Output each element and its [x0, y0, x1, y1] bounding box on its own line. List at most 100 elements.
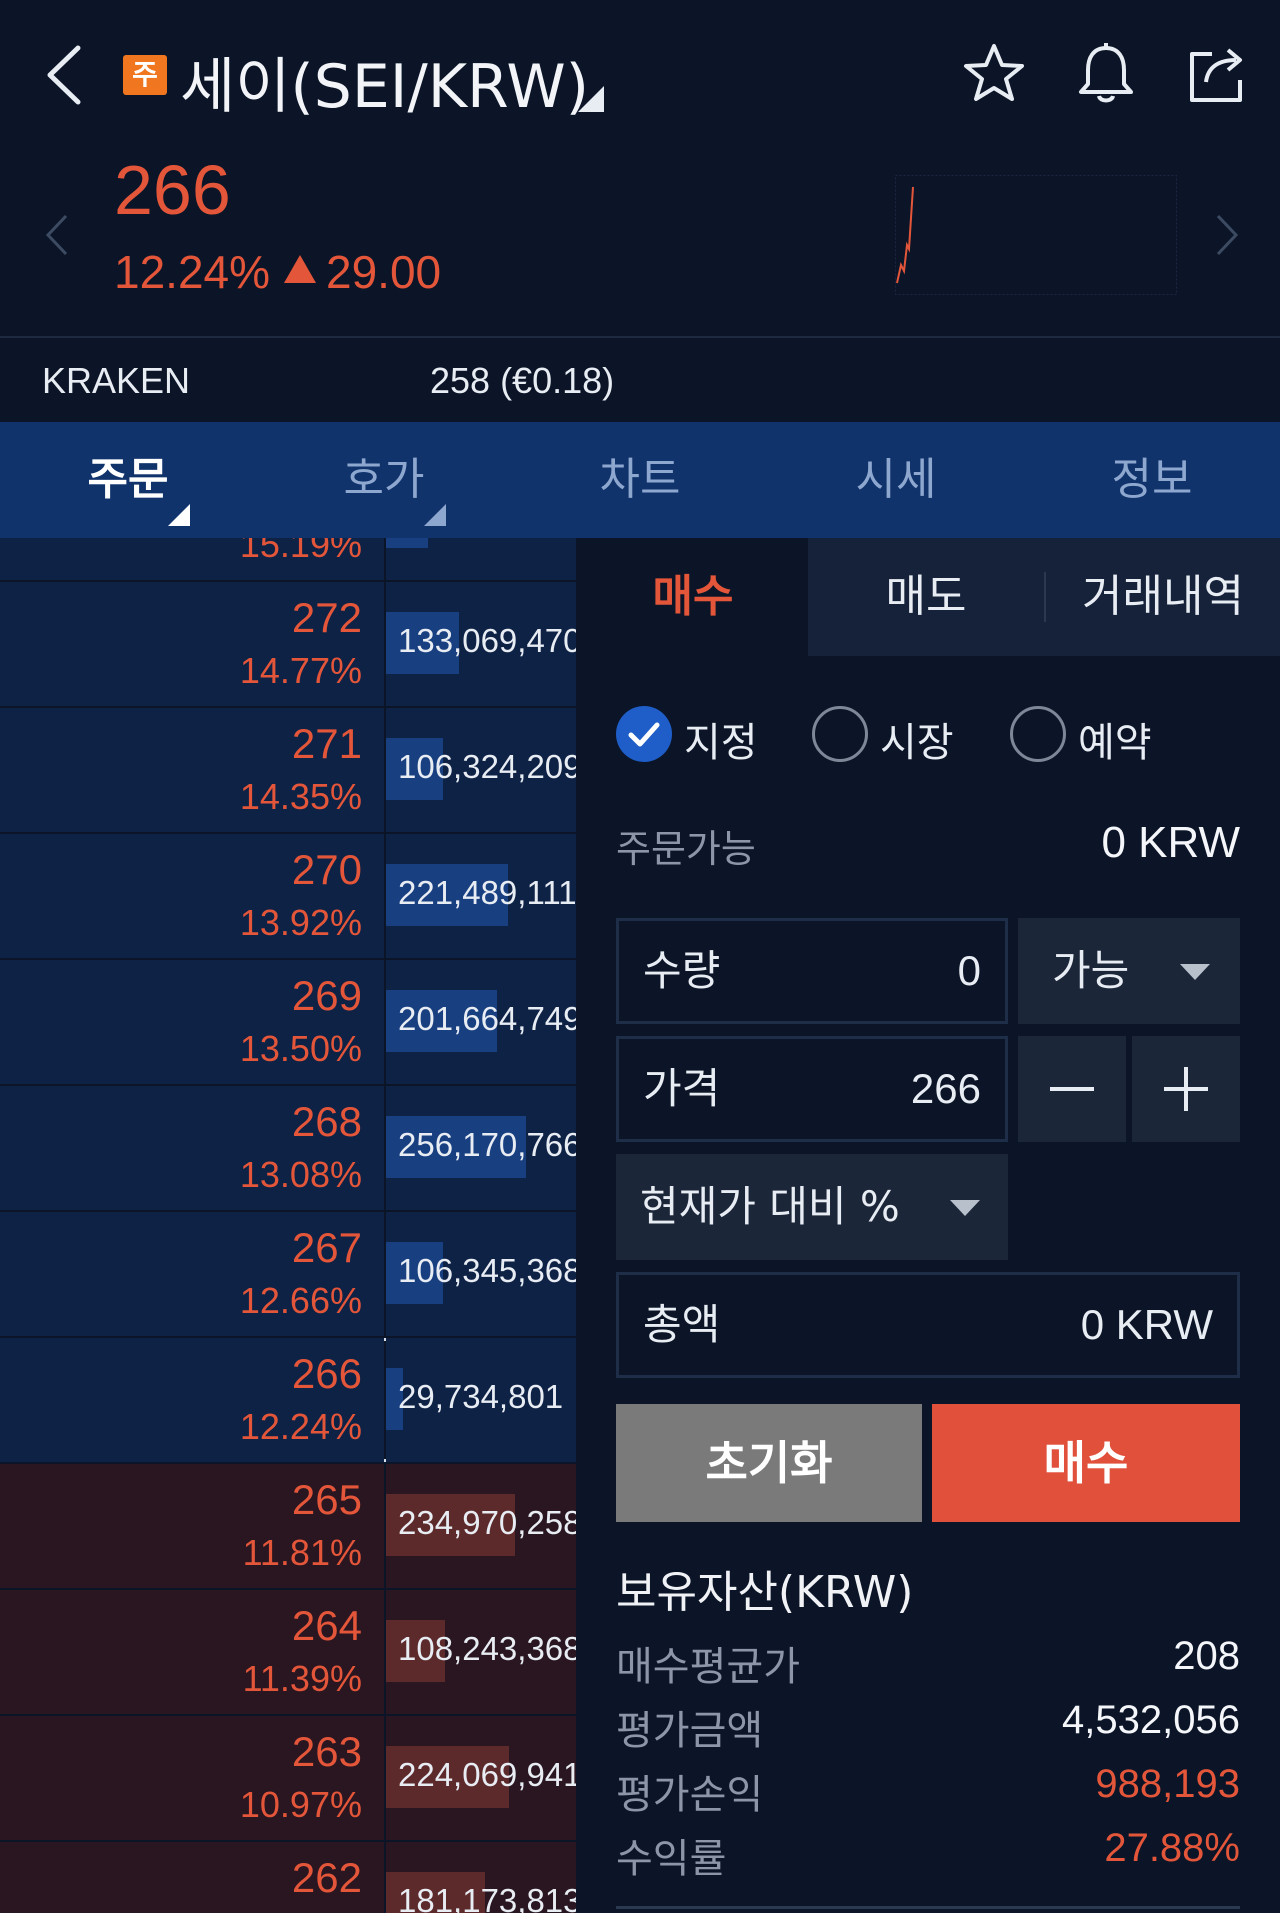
coin-title[interactable]: 세이(SEI/KRW) — [180, 38, 589, 125]
available-label: 주문가능 — [616, 827, 756, 871]
tab-orderbook[interactable]: 호가 — [256, 422, 512, 538]
orderbook-price: 270 — [291, 846, 362, 893]
orderbook-price-cell[interactable]: 270 13.92% — [0, 834, 384, 958]
divider — [616, 1906, 1240, 1909]
tab-market-price[interactable]: 시세 — [768, 422, 1024, 538]
orderbook-row[interactable]: 262 181,173,813 — [0, 1842, 576, 1913]
orderbook-quantity: 106,345,368 — [398, 1252, 576, 1289]
orderbook-price: 268 — [291, 1098, 362, 1145]
orderbook-price: 264 — [291, 1602, 362, 1649]
market-order-radio[interactable] — [812, 706, 868, 762]
exchange-price: 258 (€0.18) — [430, 360, 615, 401]
orderbook-quantity-cell[interactable]: 106,324,209 — [386, 708, 576, 832]
previous-coin-arrow-icon[interactable] — [40, 210, 74, 260]
orderbook-price: 271 — [291, 720, 362, 767]
reset-button[interactable]: 초기화 — [616, 1404, 922, 1522]
orderbook-change-percent: 10.97% — [239, 1784, 362, 1825]
price-field[interactable]: 가격 266 — [616, 1036, 1008, 1142]
orderbook-quantity: 256,170,766 — [398, 1126, 576, 1163]
total-field[interactable]: 총액 0 KRW — [616, 1272, 1240, 1378]
orderbook-price: 263 — [291, 1728, 362, 1775]
tab-sell[interactable]: 매도 — [808, 538, 1044, 656]
orderbook-price-cell[interactable]: 266 12.24% — [0, 1338, 384, 1462]
orderbook-row[interactable]: 267 12.66% 106,345,368 — [0, 1212, 576, 1336]
return-rate-value: 27.88% — [1104, 1826, 1240, 1870]
main-tab-bar: 주문 호가 차트 시세 정보 — [0, 422, 1280, 538]
orderbook-quantity-cell[interactable]: 224,069,941 — [386, 1716, 576, 1840]
orderbook-price-cell[interactable]: 262 — [0, 1842, 384, 1913]
orderbook-row[interactable]: 272 14.77% 133,069,470 — [0, 582, 576, 706]
orderbook-row[interactable]: 270 13.92% 221,489,111 — [0, 834, 576, 958]
coin-market-badge: 주 — [123, 55, 167, 95]
orderbook-price-cell[interactable]: 268 13.08% — [0, 1086, 384, 1210]
price-label: 가격 — [643, 1064, 721, 1113]
orderbook-row[interactable]: 264 11.39% 108,243,368 — [0, 1590, 576, 1714]
market-order-label: 시장 — [880, 720, 954, 766]
orderbook-price-cell[interactable]: 264 11.39% — [0, 1590, 384, 1714]
orderbook-quantity-cell[interactable]: 221,489,111 — [386, 834, 576, 958]
orderbook-quantity-cell[interactable] — [386, 538, 576, 580]
orderbook-change-percent: 13.92% — [239, 902, 362, 943]
limit-order-radio[interactable] — [616, 706, 672, 762]
valuation-label: 평가금액 — [616, 1708, 764, 1754]
change-percent: 12.24% — [114, 246, 271, 298]
price-increase-button[interactable] — [1132, 1036, 1240, 1142]
quantity-dropdown[interactable]: 가능 — [1018, 918, 1240, 1024]
next-coin-arrow-icon[interactable] — [1210, 210, 1244, 260]
checkmark-icon — [628, 722, 660, 747]
back-arrow-icon[interactable] — [40, 40, 90, 110]
orderbook-quantity-cell[interactable]: 234,970,258 — [386, 1464, 576, 1588]
orderbook-quantity: 234,970,258 — [398, 1504, 576, 1541]
orderbook-quantity-cell[interactable]: 108,243,368 — [386, 1590, 576, 1714]
return-rate-label: 수익률 — [616, 1836, 727, 1882]
tab-chart[interactable]: 차트 — [512, 422, 768, 538]
orderbook-price-cell[interactable]: 265 11.81% — [0, 1464, 384, 1588]
orderbook-price-cell[interactable]: 272 14.77% — [0, 582, 384, 706]
orderbook-row[interactable]: 271 14.35% 106,324,209 — [0, 708, 576, 832]
orderbook-quantity-cell[interactable]: 181,173,813 — [386, 1842, 576, 1913]
orderbook-row[interactable]: 268 13.08% 256,170,766 — [0, 1086, 576, 1210]
orderbook-row[interactable]: 265 11.81% 234,970,258 — [0, 1464, 576, 1588]
tab-info[interactable]: 정보 — [1024, 422, 1280, 538]
orderbook-quantity-cell[interactable]: 256,170,766 — [386, 1086, 576, 1210]
exchange-name: KRAKEN — [42, 360, 191, 401]
orderbook-row[interactable]: 269 13.50% 201,664,749 — [0, 960, 576, 1084]
orderbook-price-cell[interactable]: 15.19% — [0, 538, 384, 580]
exchange-row — [0, 338, 1280, 422]
orderbook-quantity-cell[interactable]: 133,069,470 — [386, 582, 576, 706]
orderbook-quantity-cell[interactable]: 29,734,801 — [386, 1338, 576, 1462]
orderbook-row[interactable]: 15.19% — [0, 538, 576, 580]
price-decrease-button[interactable] — [1018, 1036, 1126, 1142]
orderbook-price: 266 — [291, 1350, 362, 1397]
orderbook-quantity-cell[interactable]: 106,345,368 — [386, 1212, 576, 1336]
orderbook-price-cell[interactable]: 263 10.97% — [0, 1716, 384, 1840]
current-price: 266 — [114, 151, 231, 229]
star-icon[interactable] — [958, 38, 1030, 110]
available-value: 0 KRW — [1101, 818, 1240, 867]
tab-buy[interactable]: 매수 — [578, 538, 808, 656]
orderbook-row[interactable]: 266 12.24% 29,734,801 — [0, 1338, 576, 1462]
share-icon[interactable] — [1182, 38, 1254, 110]
orderbook-price-cell[interactable]: 269 13.50% — [0, 960, 384, 1084]
change-value: 29.00 — [326, 246, 442, 298]
orderbook-quantity: 29,734,801 — [398, 1378, 564, 1415]
total-value: 0 KRW — [1080, 1301, 1213, 1348]
orderbook-price: 272 — [291, 594, 362, 641]
orderbook-price-cell[interactable]: 267 12.66% — [0, 1212, 384, 1336]
tab-trade-history[interactable]: 거래내역 — [1046, 538, 1280, 656]
percent-of-current-dropdown[interactable]: 현재가 대비 % — [616, 1154, 1008, 1260]
reserve-order-radio[interactable] — [1010, 706, 1066, 762]
tab-order[interactable]: 주문 — [0, 422, 256, 538]
orderbook-quantity-cell[interactable]: 201,664,749 — [386, 960, 576, 1084]
orderbook-price-cell[interactable]: 271 14.35% — [0, 708, 384, 832]
orderbook-row[interactable]: 263 10.97% 224,069,941 — [0, 1716, 576, 1840]
mini-price-chart[interactable] — [895, 175, 1177, 295]
chevron-down-icon — [1180, 964, 1210, 980]
buy-button[interactable]: 매수 — [932, 1404, 1240, 1522]
quantity-label: 수량 — [643, 946, 721, 995]
quantity-field[interactable]: 수량 0 — [616, 918, 1008, 1024]
dropdown-corner-icon[interactable] — [578, 86, 604, 112]
bell-icon[interactable] — [1070, 38, 1142, 110]
tab-corner-icon — [168, 504, 190, 526]
valuation-value: 4,532,056 — [1062, 1698, 1240, 1742]
